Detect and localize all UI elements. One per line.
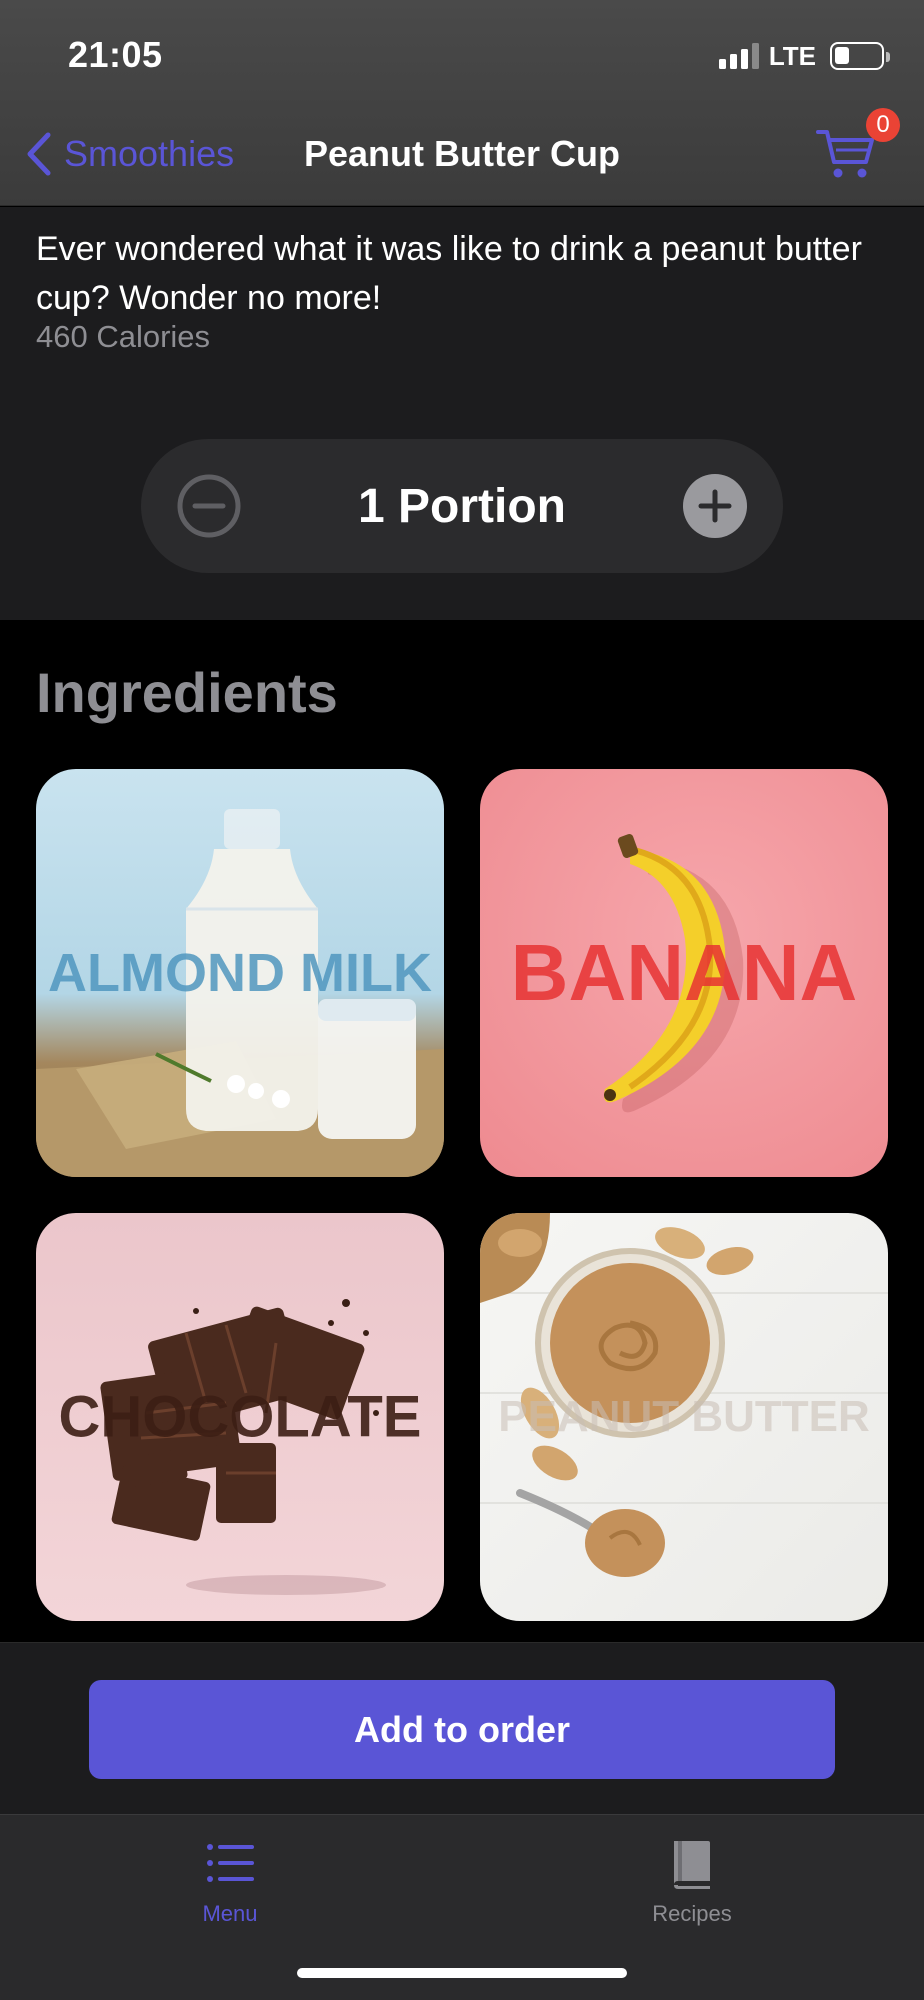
status-indicators: LTE bbox=[718, 40, 890, 72]
product-description: Ever wondered what it was like to drink … bbox=[36, 230, 862, 317]
ingredient-tile-peanut-butter[interactable]: PEANUT BUTTER bbox=[480, 1213, 888, 1621]
plus-circle-icon[interactable] bbox=[682, 473, 748, 539]
tab-recipes[interactable]: Recipes bbox=[592, 1835, 792, 1927]
nav-header: 21:05 LTE Smoothies Peanut Butter Cup 0 bbox=[0, 0, 924, 206]
order-bar: Add to order bbox=[0, 1642, 924, 1814]
ingredient-tile-almond-milk[interactable]: ALMOND MILK bbox=[36, 769, 444, 1177]
home-indicator[interactable] bbox=[297, 1968, 627, 1978]
ingredient-label: CHOCOLATE bbox=[58, 1384, 422, 1450]
cart-icon[interactable] bbox=[816, 128, 876, 180]
signal-icon bbox=[718, 43, 759, 69]
list-icon bbox=[207, 1844, 254, 1882]
product-info: Ever wondered what it was like to drink … bbox=[0, 207, 924, 620]
network-label: LTE bbox=[768, 40, 816, 71]
portion-stepper: 1 Portion bbox=[141, 439, 783, 573]
ingredients-heading: Ingredients bbox=[36, 661, 338, 724]
battery-icon bbox=[830, 42, 890, 70]
add-to-order-button[interactable]: Add to order bbox=[89, 1680, 835, 1779]
ingredient-label: PEANUT BUTTER bbox=[498, 1392, 870, 1441]
ingredient-tile-banana[interactable]: BANANA bbox=[480, 769, 888, 1177]
tab-label: Recipes bbox=[652, 1901, 732, 1926]
ingredient-label: BANANA bbox=[510, 928, 858, 1017]
page-title: Peanut Butter Cup bbox=[303, 133, 620, 174]
book-icon bbox=[674, 1841, 710, 1889]
ingredient-label: ALMOND MILK bbox=[48, 943, 432, 1003]
product-calories: 460 Calories bbox=[36, 319, 211, 354]
status-time: 21:05 bbox=[68, 34, 163, 75]
tab-label: Menu bbox=[202, 1901, 258, 1926]
ingredient-tile-chocolate[interactable]: CHOCOLATE bbox=[36, 1213, 444, 1621]
cart-count-badge: 0 bbox=[866, 108, 900, 142]
tab-menu[interactable]: Menu bbox=[130, 1835, 330, 1927]
